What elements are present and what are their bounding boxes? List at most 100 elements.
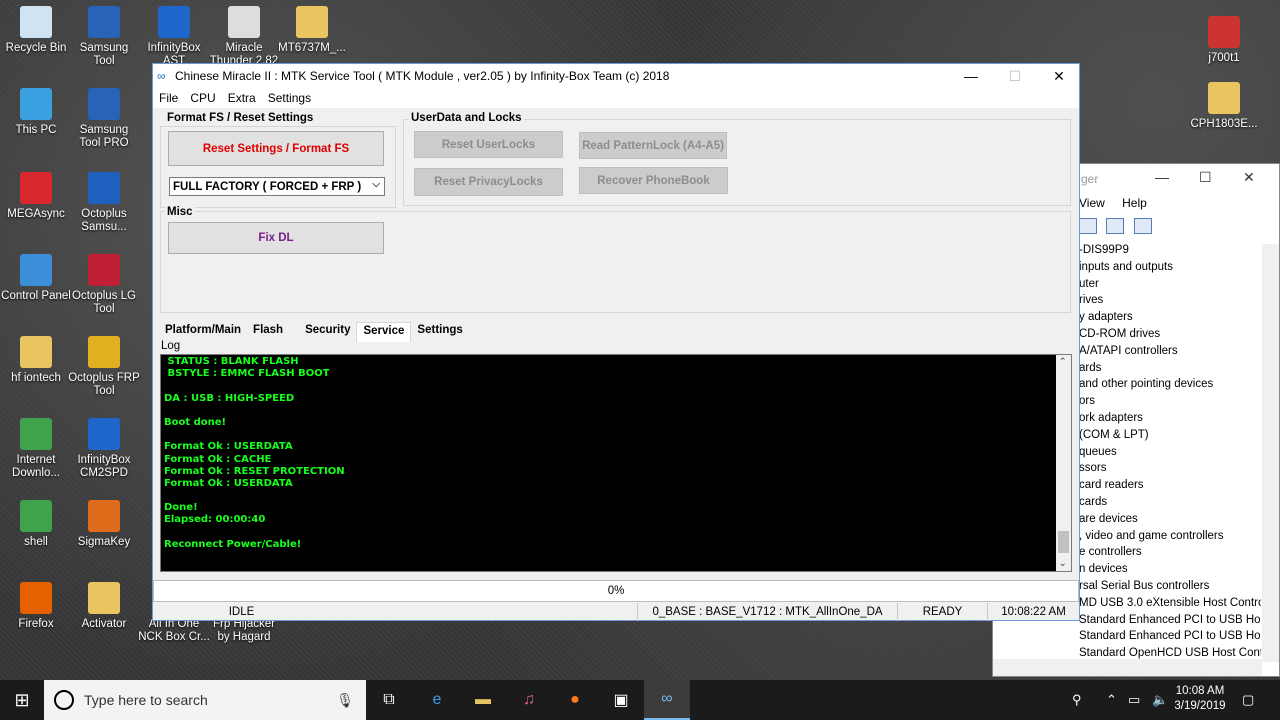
desktop-icon[interactable]: Miracle Thunder 2.82 [208, 6, 280, 68]
device-tree-item[interactable]: rives [1079, 294, 1261, 311]
desktop-icon[interactable]: Internet Downlo... [0, 418, 72, 480]
device-tree-item[interactable]: Standard Enhanced PCI to USB Host C [1079, 614, 1261, 631]
reset-settings-button[interactable]: Reset Settings / Format FS [168, 131, 384, 166]
device-tree-item[interactable]: Standard Enhanced PCI to USB Host C [1079, 630, 1261, 647]
miracle-window[interactable]: ∞ Chinese Miracle II : MTK Service Tool … [152, 63, 1080, 621]
menu-file[interactable]: File [159, 91, 178, 105]
device-tree-item[interactable]: inputs and outputs [1079, 261, 1261, 278]
task-view-icon[interactable]: ⧉ [366, 680, 412, 720]
close-icon[interactable]: ✕ [1243, 169, 1255, 186]
windows-start-icon[interactable]: ⊞ [0, 680, 44, 720]
tab-settings[interactable]: Settings [411, 322, 468, 342]
chevron-up-icon[interactable]: ⌃ [1059, 357, 1067, 367]
chevron-down-icon[interactable]: ⌄ [1059, 559, 1067, 569]
vertical-scrollbar[interactable] [1262, 244, 1279, 662]
network-icon[interactable]: ▭ [1128, 680, 1140, 720]
device-tree-item[interactable]: uter [1079, 278, 1261, 295]
read-patternlock-button[interactable]: Read PatternLock (A4-A5) [579, 132, 727, 159]
device-tree-item[interactable]: cards [1079, 496, 1261, 513]
log-scrollbar[interactable]: ⌃ ⌄ [1056, 355, 1071, 571]
desktop-icon[interactable]: Control Panel [0, 254, 72, 303]
device-tree-item[interactable]: rsal Serial Bus controllers [1079, 580, 1261, 597]
tab-service[interactable]: Service [356, 322, 412, 342]
device-tree-item[interactable]: ards [1079, 362, 1261, 379]
log-output[interactable]: STATUS : BLANK FLASH BSTYLE : EMMC FLASH… [160, 354, 1072, 572]
desktop-icon[interactable]: hf iontech [0, 336, 72, 385]
horizontal-scrollbar[interactable] [993, 659, 1262, 676]
device-tree-item[interactable]: A/ATAPI controllers [1079, 345, 1261, 362]
tab-security[interactable]: Security [299, 322, 356, 342]
shell-icon [20, 500, 52, 532]
menu-view[interactable]: View [1079, 196, 1105, 210]
device-tree-item[interactable]: CD-ROM drives [1079, 328, 1261, 345]
edge-icon[interactable]: e [414, 680, 460, 720]
file-explorer-icon[interactable]: ▬ [460, 680, 506, 720]
device-tree-item[interactable]: queues [1079, 446, 1261, 463]
device-tree-item[interactable]: (COM & LPT) [1079, 429, 1261, 446]
desktop-icon[interactable]: MT6737M_... [276, 6, 348, 55]
device-tree-item[interactable]: , video and game controllers [1079, 530, 1261, 547]
itunes-icon[interactable]: ♫ [506, 680, 552, 720]
action-center-icon[interactable]: ▢ [1242, 680, 1254, 720]
minimize-icon[interactable]: — [949, 64, 993, 88]
desktop-icon[interactable]: InfinityBox AST [138, 6, 210, 68]
device-tree-item[interactable]: ssors [1079, 462, 1261, 479]
reset-userlocks-button[interactable]: Reset UserLocks [414, 131, 563, 158]
device-tree-item[interactable]: ork adapters [1079, 412, 1261, 429]
firefox-icon[interactable]: ● [552, 680, 598, 720]
fix-dl-button[interactable]: Fix DL [168, 222, 384, 254]
desktop-icon[interactable]: Samsung Tool [68, 6, 140, 68]
maximize-icon[interactable]: ☐ [1199, 169, 1212, 186]
minimize-icon[interactable]: — [1155, 169, 1169, 185]
tab-platform-main[interactable]: Platform/Main [159, 322, 247, 342]
log-scroll-thumb[interactable] [1058, 531, 1069, 553]
desktop-icon[interactable]: Firefox [0, 582, 72, 631]
desktop-icon[interactable]: Activator [68, 582, 140, 631]
menu-settings[interactable]: Settings [268, 91, 311, 105]
miracle-taskbar-icon[interactable]: ∞ [644, 680, 690, 720]
monitor-icon[interactable] [1133, 218, 1152, 234]
desktop-icon[interactable]: Samsung Tool PRO [68, 88, 140, 150]
desktop-icon[interactable]: Octoplus FRP Tool [68, 336, 140, 398]
app-icon[interactable]: ▣ [598, 680, 644, 720]
desktop-icon[interactable]: MEGAsync [0, 172, 72, 221]
desktop-icon[interactable]: j700t1 [1188, 16, 1260, 65]
microphone-icon[interactable]: 🎙 [336, 692, 354, 709]
desktop-icon[interactable]: shell [0, 500, 72, 549]
volume-icon[interactable]: 🔈 [1152, 680, 1168, 720]
chevron-up-icon[interactable]: ⌃ [1106, 680, 1117, 720]
device-tree-item[interactable]: ors [1079, 395, 1261, 412]
device-tree-item[interactable]: MD USB 3.0 eXtensible Host Controll [1079, 597, 1261, 614]
close-icon[interactable]: ✕ [1037, 64, 1081, 88]
device-tree-item[interactable]: n devices [1079, 563, 1261, 580]
format-mode-select[interactable]: FULL FACTORY ( FORCED + FRP ) ⌵ [169, 177, 385, 196]
recover-phonebook-button[interactable]: Recover PhoneBook [579, 167, 728, 194]
taskbar-search[interactable]: Type here to search 🎙 [44, 680, 366, 720]
menu-extra[interactable]: Extra [228, 91, 256, 105]
desktop-icon[interactable]: Octoplus LG Tool [68, 254, 140, 316]
device-tree: -DIS99P9 inputs and outputs uter rives y ad… [1079, 244, 1261, 664]
desktop-icon[interactable]: Octoplus Samsu... [68, 172, 140, 234]
menu-help[interactable]: Help [1122, 196, 1147, 210]
menu-cpu[interactable]: CPU [190, 91, 215, 105]
device-tree-item[interactable]: y adapters [1079, 311, 1261, 328]
update-driver-icon[interactable] [1106, 218, 1125, 234]
status-base: 0_BASE : BASE_V1712 : MTK_AllInOne_DA [637, 603, 897, 621]
device-tree-item[interactable]: are devices [1079, 513, 1261, 530]
device-tree-item[interactable]: and other pointing devices [1079, 378, 1261, 395]
device-tree-item[interactable]: -DIS99P9 [1079, 244, 1261, 261]
window-titlebar[interactable]: ∞ Chinese Miracle II : MTK Service Tool … [153, 64, 1079, 88]
desktop-icon[interactable]: InfinityBox CM2SPD [68, 418, 140, 480]
desktop-icon[interactable]: This PC [0, 88, 72, 137]
properties-icon[interactable] [1079, 218, 1097, 234]
desktop-icon[interactable]: CPH1803E... [1188, 82, 1260, 131]
device-tree-item[interactable]: card readers [1079, 479, 1261, 496]
desktop-icon[interactable]: SigmaKey [68, 500, 140, 549]
desktop-icon[interactable]: Recycle Bin [0, 6, 72, 55]
tab-flash[interactable]: Flash [247, 322, 289, 342]
reset-privacylocks-button[interactable]: Reset PrivacyLocks [414, 168, 563, 196]
taskbar-clock[interactable]: 10:08 AM 3/19/2019 [1168, 684, 1232, 714]
people-icon[interactable]: ⚲ [1072, 680, 1082, 720]
device-tree-item[interactable]: e controllers [1079, 546, 1261, 563]
